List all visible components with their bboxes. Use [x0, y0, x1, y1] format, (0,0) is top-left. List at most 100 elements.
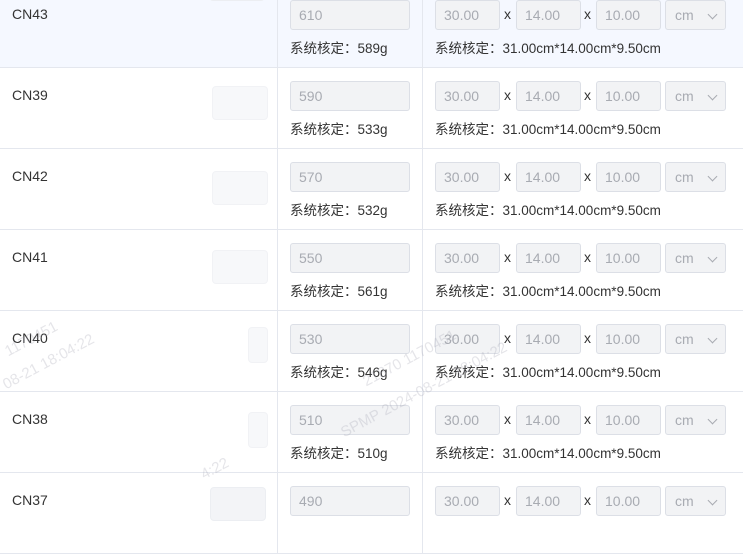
height-input[interactable]: 10.00	[596, 243, 661, 273]
product-thumbnail[interactable]	[212, 171, 268, 205]
product-thumbnail[interactable]	[209, 0, 265, 1]
dimension-separator: x	[504, 168, 511, 184]
weight-system-note: 系统核定：532g	[290, 203, 388, 218]
width-input[interactable]: 14.00	[516, 486, 581, 516]
weight-input[interactable]: 590	[290, 81, 410, 111]
width-input[interactable]: 14.00	[516, 81, 581, 111]
image-cell	[148, 68, 278, 148]
unit-value: cm	[675, 88, 694, 104]
size-label: CN38	[12, 411, 48, 427]
unit-select[interactable]: cm	[665, 243, 726, 273]
size-label: CN40	[12, 330, 48, 346]
size-label: CN39	[12, 87, 48, 103]
dimension-separator: x	[504, 330, 511, 346]
size-label: CN37	[12, 492, 48, 508]
width-input[interactable]: 14.00	[516, 243, 581, 273]
image-cell	[148, 392, 278, 472]
height-input[interactable]: 10.00	[596, 486, 661, 516]
weight-system-note: 系统核定：561g	[290, 284, 388, 299]
unit-value: cm	[675, 169, 694, 185]
dimension-system-note: 系统核定：31.00cm*14.00cm*9.50cm	[435, 122, 661, 137]
width-input[interactable]: 14.00	[516, 0, 581, 30]
height-input[interactable]: 10.00	[596, 324, 661, 354]
image-cell	[148, 230, 278, 310]
weight-input[interactable]: 570	[290, 162, 410, 192]
dimension-separator: x	[584, 87, 591, 103]
dimension-system-note: 系统核定：31.00cm*14.00cm*9.50cm	[435, 284, 661, 299]
table-row: CN39 590 系统核定：533g 30.00 x 14.00 x 10.00…	[0, 68, 743, 149]
table-row: CN40 530 系统核定：546g 30.00 x 14.00 x 10.00…	[0, 311, 743, 392]
weight-input[interactable]: 610	[290, 0, 410, 30]
dimension-separator: x	[504, 87, 511, 103]
dimension-separator: x	[504, 249, 511, 265]
product-thumbnail[interactable]	[248, 412, 268, 448]
size-cell: CN42	[0, 149, 148, 229]
unit-select[interactable]: cm	[665, 162, 726, 192]
dimension-cell: 30.00 x 14.00 x 10.00 cm 系统核定：31.00cm*14…	[423, 230, 743, 310]
width-input[interactable]: 14.00	[516, 162, 581, 192]
weight-system-note: 系统核定：546g	[290, 365, 388, 380]
size-label: CN43	[12, 6, 48, 22]
image-cell	[148, 311, 278, 391]
weight-input[interactable]: 490	[290, 486, 410, 516]
chevron-down-icon	[707, 414, 718, 425]
weight-input[interactable]: 530	[290, 324, 410, 354]
dimension-separator: x	[584, 168, 591, 184]
height-input[interactable]: 10.00	[596, 81, 661, 111]
length-input[interactable]: 30.00	[435, 0, 500, 30]
size-label: CN42	[12, 168, 48, 184]
chevron-down-icon	[707, 252, 718, 263]
image-cell	[148, 0, 278, 67]
dimension-separator: x	[584, 330, 591, 346]
dimension-cell: 30.00 x 14.00 x 10.00 cm 系统核定：31.00cm*14…	[423, 311, 743, 391]
unit-value: cm	[675, 250, 694, 266]
size-cell: CN39	[0, 68, 148, 148]
table-row: CN41 550 系统核定：561g 30.00 x 14.00 x 10.00…	[0, 230, 743, 311]
dimension-separator: x	[504, 492, 511, 508]
unit-select[interactable]: cm	[665, 405, 726, 435]
dimension-system-note: 系统核定：31.00cm*14.00cm*9.50cm	[435, 203, 661, 218]
product-thumbnail[interactable]	[248, 327, 268, 363]
size-cell: CN38	[0, 392, 148, 472]
unit-select[interactable]: cm	[665, 486, 726, 516]
weight-system-note: 系统核定：533g	[290, 122, 388, 137]
image-cell	[148, 149, 278, 229]
product-thumbnail[interactable]	[212, 86, 268, 120]
weight-cell: 490	[278, 473, 423, 553]
length-input[interactable]: 30.00	[435, 162, 500, 192]
length-input[interactable]: 30.00	[435, 243, 500, 273]
dimension-system-note: 系统核定：31.00cm*14.00cm*9.50cm	[435, 446, 661, 461]
weight-cell: 530 系统核定：546g	[278, 311, 423, 391]
length-input[interactable]: 30.00	[435, 486, 500, 516]
unit-value: cm	[675, 7, 694, 23]
image-cell	[148, 473, 278, 553]
product-thumbnail[interactable]	[212, 250, 268, 284]
weight-input[interactable]: 510	[290, 405, 410, 435]
product-thumbnail[interactable]	[210, 487, 266, 521]
unit-value: cm	[675, 412, 694, 428]
width-input[interactable]: 14.00	[516, 405, 581, 435]
chevron-down-icon	[707, 171, 718, 182]
weight-input[interactable]: 550	[290, 243, 410, 273]
height-input[interactable]: 10.00	[596, 0, 661, 30]
dimension-cell: 30.00 x 14.00 x 10.00 cm 系统核定：31.00cm*14…	[423, 68, 743, 148]
length-input[interactable]: 30.00	[435, 405, 500, 435]
width-input[interactable]: 14.00	[516, 324, 581, 354]
height-input[interactable]: 10.00	[596, 162, 661, 192]
length-input[interactable]: 30.00	[435, 324, 500, 354]
dimension-separator: x	[504, 6, 511, 22]
dimension-separator: x	[584, 411, 591, 427]
dimension-cell: 30.00 x 14.00 x 10.00 cm 系统核定：31.00cm*14…	[423, 149, 743, 229]
height-input[interactable]: 10.00	[596, 405, 661, 435]
unit-select[interactable]: cm	[665, 324, 726, 354]
weight-system-note: 系统核定：589g	[290, 41, 388, 56]
dimension-separator: x	[584, 492, 591, 508]
table-row: CN42 570 系统核定：532g 30.00 x 14.00 x 10.00…	[0, 149, 743, 230]
length-input[interactable]: 30.00	[435, 81, 500, 111]
unit-select[interactable]: cm	[665, 0, 726, 30]
dimension-system-note: 系统核定：31.00cm*14.00cm*9.50cm	[435, 41, 661, 56]
unit-select[interactable]: cm	[665, 81, 726, 111]
weight-cell: 510 系统核定：510g	[278, 392, 423, 472]
chevron-down-icon	[707, 495, 718, 506]
dimension-separator: x	[584, 249, 591, 265]
